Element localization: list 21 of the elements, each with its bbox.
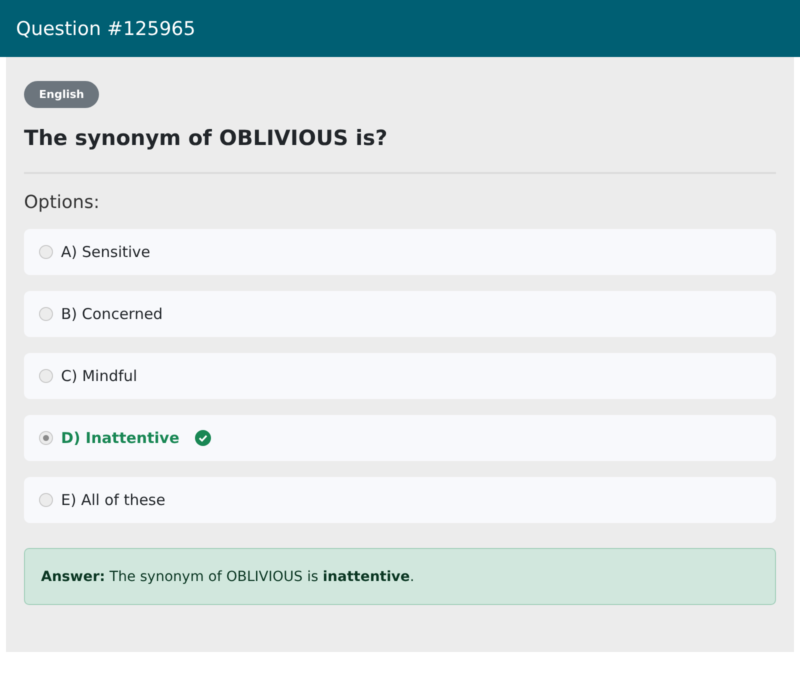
option-row[interactable]: C) Mindful bbox=[24, 353, 776, 399]
option-label: D) Inattentive bbox=[61, 429, 180, 447]
answer-text: Answer: The synonym of OBLIVIOUS is inattentive. bbox=[41, 568, 414, 584]
question-text: The synonym of OBLIVIOUS is? bbox=[24, 126, 388, 150]
radio-button[interactable] bbox=[39, 493, 53, 507]
radio-button[interactable] bbox=[39, 245, 53, 259]
options-heading: Options: bbox=[24, 192, 101, 213]
option-row[interactable]: B) Concerned bbox=[24, 291, 776, 337]
radio-button[interactable] bbox=[39, 307, 53, 321]
option-label: C) Mindful bbox=[61, 367, 138, 385]
option-row[interactable]: E) All of these bbox=[24, 477, 776, 523]
option-row[interactable]: A) Sensitive bbox=[24, 229, 776, 275]
option-row[interactable]: D) Inattentive bbox=[24, 415, 776, 461]
radio-button[interactable] bbox=[39, 431, 53, 445]
radio-button[interactable] bbox=[39, 369, 53, 383]
question-title: Question #125965 bbox=[16, 18, 196, 40]
option-label: A) Sensitive bbox=[61, 243, 150, 261]
check-icon bbox=[195, 430, 212, 446]
category-badge: English bbox=[24, 81, 100, 108]
option-label: E) All of these bbox=[61, 491, 166, 509]
option-label: B) Concerned bbox=[61, 305, 163, 323]
